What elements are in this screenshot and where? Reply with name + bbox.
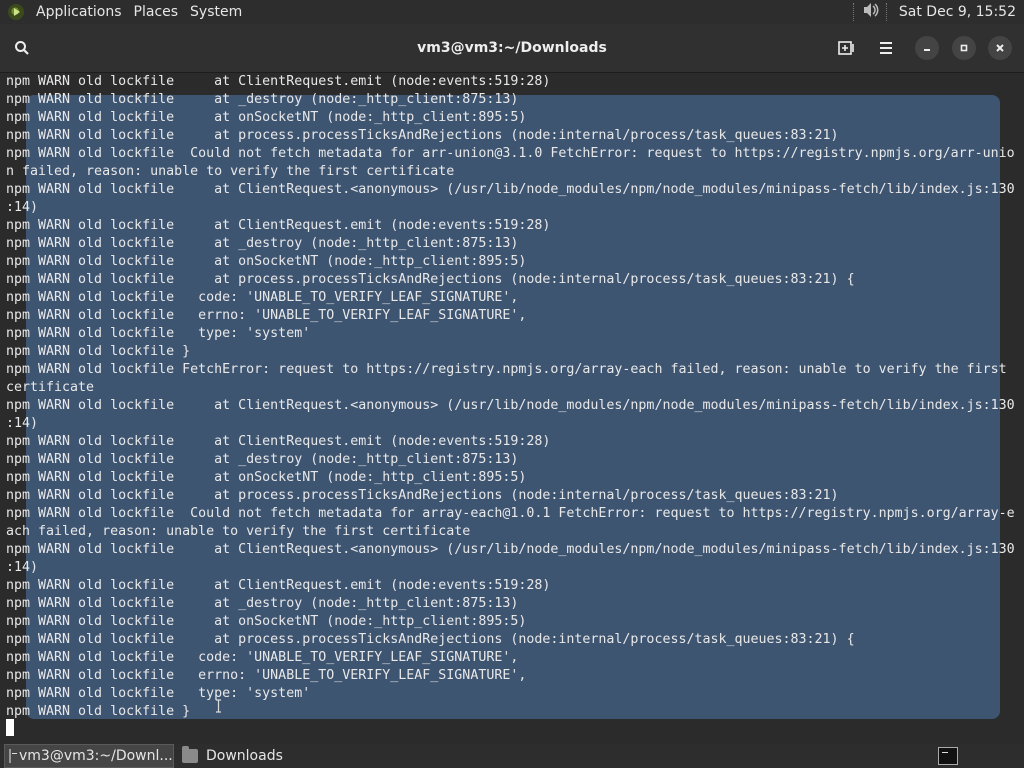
minimize-button[interactable]	[915, 36, 939, 60]
terminal-line: npm WARN old lockfile at onSocketNT (nod…	[6, 614, 527, 629]
terminal-line: npm WARN old lockfile at process.process…	[6, 488, 839, 503]
terminal-line: ach failed, reason: unable to verify the…	[6, 524, 471, 539]
window-title: vm3@vm3:~/Downloads	[417, 40, 607, 56]
distro-logo-icon[interactable]	[8, 4, 24, 20]
taskbar-item-terminal[interactable]: vm3@vm3:~/Downl...	[4, 744, 174, 768]
terminal-line: npm WARN old lockfile at ClientRequest.<…	[6, 542, 1015, 557]
terminal-line: npm WARN old lockfile }	[6, 344, 191, 359]
terminal-line: npm WARN old lockfile errno: 'UNABLE_TO_…	[6, 668, 527, 683]
terminal-lines: npm WARN old lockfile at ClientRequest.e…	[6, 73, 1015, 721]
mouse-ibeam-cursor-icon	[216, 699, 221, 713]
volume-icon[interactable]	[862, 2, 880, 22]
terminal-line: npm WARN old lockfile at process.process…	[6, 128, 839, 143]
panel-right-area: Sat Dec 9, 15:52	[847, 2, 1024, 22]
hamburger-menu-icon	[880, 42, 892, 54]
terminal-line: npm WARN old lockfile errno: 'UNABLE_TO_…	[6, 308, 527, 323]
terminal-line: npm WARN old lockfile at process.process…	[6, 272, 855, 287]
terminal-line: npm WARN old lockfile at onSocketNT (nod…	[6, 470, 527, 485]
new-tab-button[interactable]	[835, 36, 859, 60]
terminal-line: :14)	[6, 200, 39, 215]
terminal-line: :14)	[6, 560, 39, 575]
menu-places[interactable]: Places	[128, 4, 185, 20]
menu-system[interactable]: System	[184, 4, 248, 20]
terminal-line: npm WARN old lockfile at ClientRequest.e…	[6, 578, 551, 593]
tray-terminal-icon[interactable]	[938, 747, 958, 765]
close-icon	[996, 44, 1004, 52]
terminal-line: npm WARN old lockfile at _destroy (node:…	[6, 452, 519, 467]
search-icon	[15, 41, 29, 55]
terminal-line: npm WARN old lockfile }	[6, 704, 191, 719]
maximize-icon	[960, 44, 968, 52]
menu-applications[interactable]: Applications	[30, 4, 128, 20]
minimize-icon	[924, 49, 930, 51]
terminal-line: npm WARN old lockfile at ClientRequest.<…	[6, 398, 1015, 413]
new-tab-icon	[838, 41, 854, 55]
terminal-line: npm WARN old lockfile type: 'system'	[6, 326, 311, 341]
window-titlebar[interactable]: vm3@vm3:~/Downloads	[0, 24, 1024, 73]
terminal-icon	[9, 749, 17, 763]
hamburger-menu-button[interactable]	[874, 36, 898, 60]
search-button[interactable]	[10, 36, 34, 60]
terminal-line: npm WARN old lockfile at _destroy (node:…	[6, 596, 519, 611]
terminal-output[interactable]: npm WARN old lockfile at ClientRequest.e…	[0, 73, 1024, 744]
clock[interactable]: Sat Dec 9, 15:52	[895, 4, 1024, 20]
taskbar-item-downloads[interactable]: Downloads	[178, 745, 287, 767]
bottom-taskbar: vm3@vm3:~/Downl... Downloads	[0, 744, 1024, 768]
terminal-line: npm WARN old lockfile FetchError: reques…	[6, 362, 1007, 377]
terminal-line: certificate	[6, 380, 95, 395]
panel-separator	[852, 3, 856, 21]
top-panel: Applications Places System Sat Dec 9, 15…	[0, 0, 1024, 24]
terminal-line: npm WARN old lockfile at ClientRequest.<…	[6, 182, 1015, 197]
terminal-line: npm WARN old lockfile Could not fetch me…	[6, 146, 1015, 161]
terminal-line: npm WARN old lockfile code: 'UNABLE_TO_V…	[6, 650, 519, 665]
close-button[interactable]	[988, 36, 1012, 60]
taskbar-item-label: vm3@vm3:~/Downl...	[19, 748, 173, 764]
taskbar-item-label: Downloads	[206, 748, 283, 764]
terminal-line: npm WARN old lockfile at ClientRequest.e…	[6, 218, 551, 233]
terminal-line: npm WARN old lockfile at _destroy (node:…	[6, 92, 519, 107]
terminal-line: npm WARN old lockfile at ClientRequest.e…	[6, 74, 551, 89]
terminal-line: npm WARN old lockfile at ClientRequest.e…	[6, 434, 551, 449]
terminal-line: :14)	[6, 416, 39, 431]
terminal-line: npm WARN old lockfile code: 'UNABLE_TO_V…	[6, 290, 519, 305]
terminal-cursor	[6, 719, 14, 736]
terminal-line: npm WARN old lockfile at process.process…	[6, 632, 855, 647]
terminal-line: npm WARN old lockfile at onSocketNT (nod…	[6, 254, 527, 269]
terminal-line: n failed, reason: unable to verify the f…	[6, 164, 455, 179]
terminal-line: npm WARN old lockfile Could not fetch me…	[6, 506, 1015, 521]
terminal-line: npm WARN old lockfile at _destroy (node:…	[6, 236, 519, 251]
terminal-line: npm WARN old lockfile at onSocketNT (nod…	[6, 110, 527, 125]
maximize-button[interactable]	[952, 36, 976, 60]
panel-separator	[885, 3, 889, 21]
folder-icon	[182, 746, 198, 763]
terminal-line: npm WARN old lockfile type: 'system'	[6, 686, 311, 701]
